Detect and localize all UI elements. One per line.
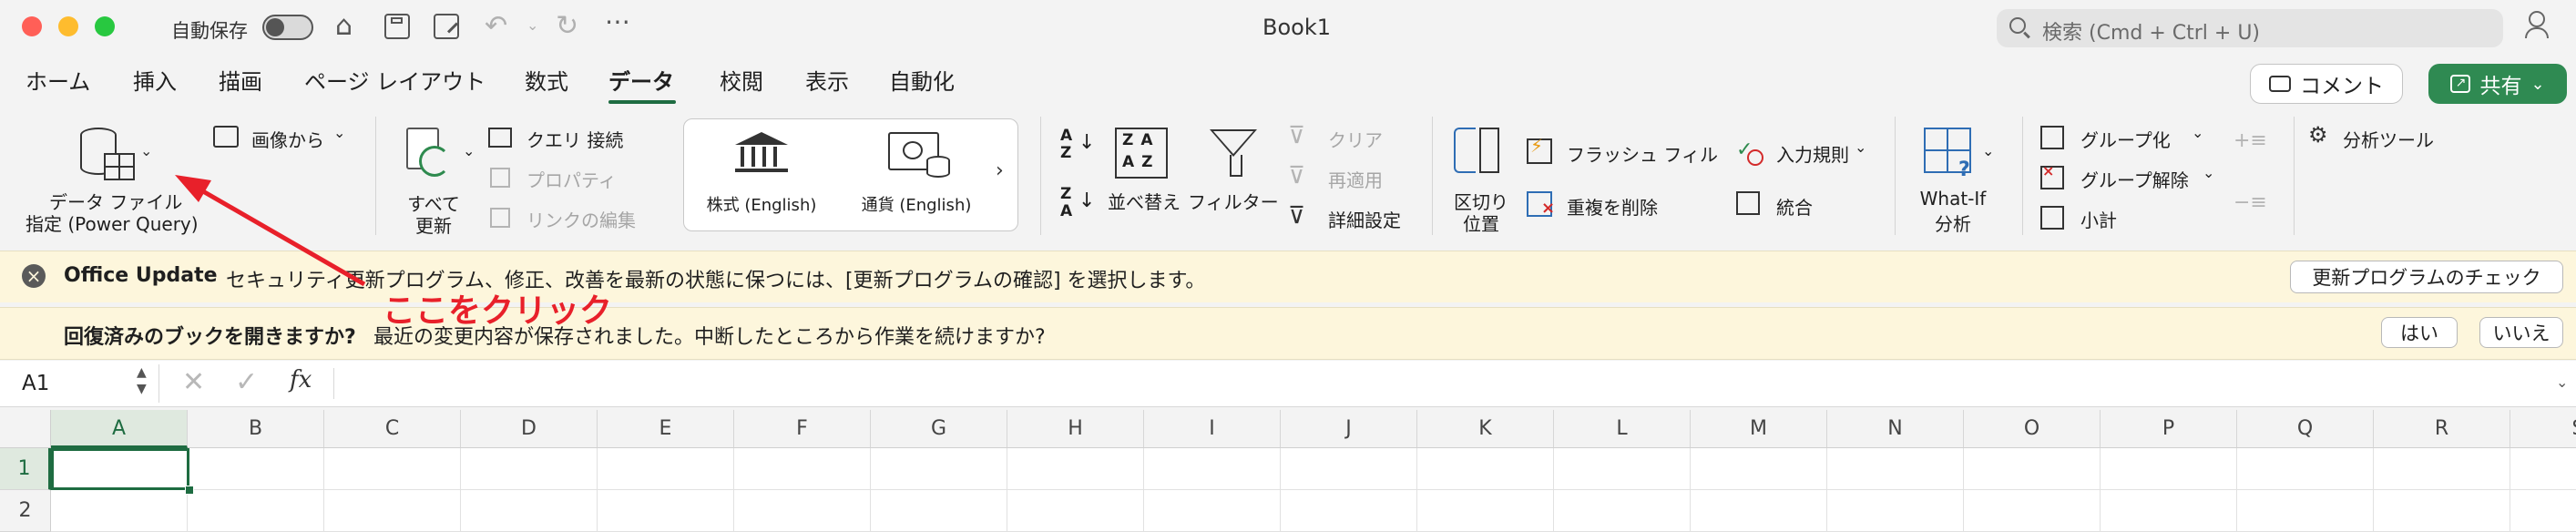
annotation-arrow: [175, 175, 366, 287]
annotation-label: ここをクリック: [383, 292, 613, 330]
